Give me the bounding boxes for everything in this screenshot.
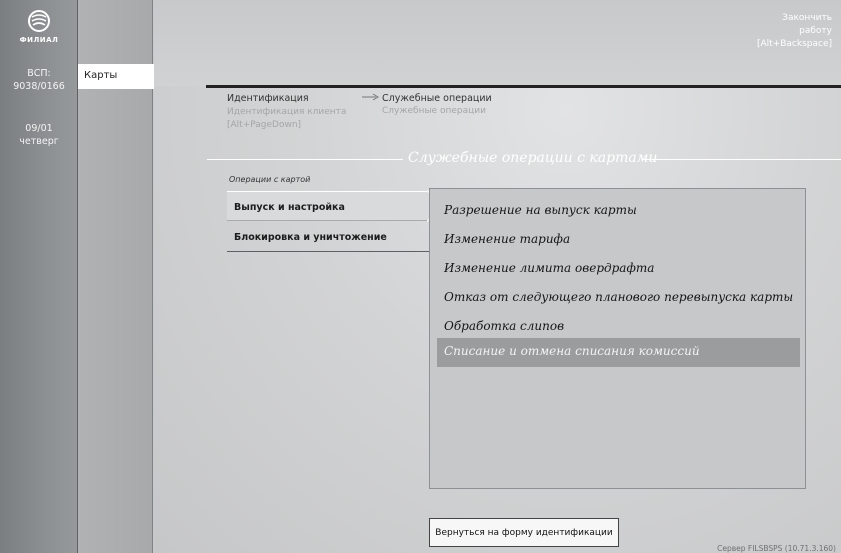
back-to-identification-button[interactable]: Вернуться на форму идентификации [429,518,619,547]
logout-link[interactable]: Закончить работу [Alt+Backspace] [742,12,832,51]
logo-text: ФИЛИАЛ [19,36,59,44]
section-divider-left [207,159,403,160]
breadcrumb-identification-hint: Идентификация клиента [Alt+PageDown] [227,106,346,132]
left-rail: ФИЛИАЛ ВСП: 9038/0166 09/01 четверг [0,0,78,553]
operations-panel: Разрешение на выпуск карты Изменение тар… [429,188,806,489]
vsp-label: ВСП: [27,68,51,79]
operation-item-commission-writeoff[interactable]: Списание и отмена списания комиссий [437,338,800,367]
top-band [154,0,841,86]
operation-item-refuse-reissue[interactable]: Отказ от следующего планового перевыпуск… [437,284,800,313]
breadcrumb-service-operations: Служебные операции [382,93,492,104]
tab-issue-and-setup[interactable]: Выпуск и настройка [227,191,429,221]
date-value: 09/01 [25,123,53,134]
section-divider-right [642,159,841,160]
logout-line-3: [Alt+Backspace] [756,39,832,49]
top-divider [206,85,841,88]
weekday-value: четверг [19,136,59,147]
bank-logo-icon [28,10,50,32]
vsp-value: 9038/0166 [13,81,65,92]
operation-item-change-tariff[interactable]: Изменение тарифа [437,226,800,255]
breadcrumb-identification[interactable]: Идентификация [227,93,309,104]
section-title: Служебные операции с картами [408,150,658,166]
breadcrumb-identification-sub: Идентификация клиента [227,107,347,117]
breadcrumb-service-operations-sub: Служебные операции [382,106,486,116]
breadcrumb-arrow-icon [362,93,379,101]
operation-item-issue-permission[interactable]: Разрешение на выпуск карты [437,197,800,226]
server-info: Сервер FILSBSPS (10.71.3.160) [717,544,836,553]
tab-block-and-destroy[interactable]: Блокировка и уничтожение [227,222,429,252]
logo: ФИЛИАЛ [0,6,78,50]
breadcrumb-identification-hotkey: [Alt+PageDown] [227,120,302,130]
logout-line-1: Закончить [782,13,832,23]
logout-line-2: работу [799,26,832,36]
operations-caption: Операции с картой [229,175,311,184]
operation-item-change-overdraft-limit[interactable]: Изменение лимита овердрафта [437,255,800,284]
